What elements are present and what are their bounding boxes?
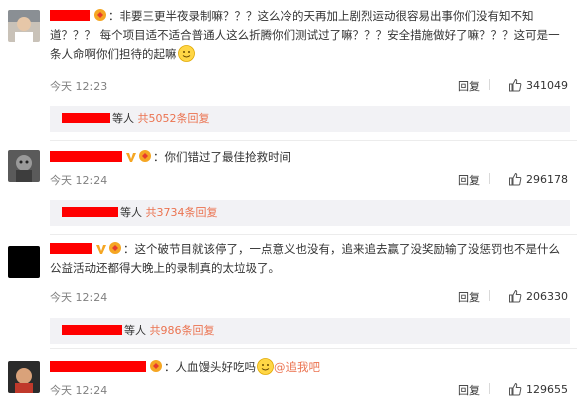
comment-text: ：人血馒头好吃吗 bbox=[164, 360, 256, 374]
smile-emoji bbox=[177, 45, 195, 62]
like-button[interactable]: 129655 bbox=[508, 382, 568, 396]
comment-body: ：你们错过了最佳抢救时间 bbox=[50, 148, 570, 167]
replier-redacted bbox=[62, 325, 122, 335]
replier-redacted bbox=[62, 207, 118, 217]
comment-meta: 今天 12:24 回复 129655 bbox=[50, 382, 570, 398]
verified-v-icon bbox=[125, 151, 137, 163]
like-button[interactable]: 206330 bbox=[508, 289, 568, 303]
replier-redacted bbox=[62, 113, 110, 123]
username-redacted[interactable] bbox=[50, 243, 92, 254]
reply-button[interactable]: 回复 bbox=[458, 172, 480, 188]
comment-meta: 今天 12:24 回复 296178 bbox=[50, 172, 570, 188]
divider bbox=[50, 348, 577, 349]
reply-button[interactable]: 回复 bbox=[458, 382, 480, 398]
like-count: 296178 bbox=[526, 172, 568, 186]
like-count: 206330 bbox=[526, 289, 568, 303]
reply-summary-who: 等人 bbox=[120, 206, 142, 219]
like-button[interactable]: 296178 bbox=[508, 172, 568, 186]
comment-meta: 今天 12:24 回复 206330 bbox=[50, 289, 570, 305]
weibo-level-icon bbox=[138, 149, 152, 163]
divider bbox=[489, 383, 490, 394]
reply-summary[interactable]: 等人 共5052条回复 bbox=[50, 106, 570, 132]
timestamp: 今天 12:23 bbox=[50, 80, 108, 93]
comment-body: ：非要三更半夜录制嘛？？？这么冷的天再加上剧烈运动很容易出事你们没有知不知道？？… bbox=[50, 7, 570, 64]
user-mention-link[interactable]: @追我吧 bbox=[274, 360, 320, 374]
like-count: 129655 bbox=[526, 382, 568, 396]
comment-item: ：非要三更半夜录制嘛？？？这么冷的天再加上剧烈运动很容易出事你们没有知不知道？？… bbox=[0, 0, 577, 140]
divider bbox=[489, 79, 490, 90]
comment-text: ：这个破节目就该停了，一点意义也没有，追来追去赢了没奖励输了没惩罚也不是什么公益… bbox=[50, 242, 560, 275]
username-redacted[interactable] bbox=[50, 10, 90, 21]
username-redacted[interactable] bbox=[50, 361, 146, 372]
thumbs-up-icon bbox=[509, 382, 522, 396]
more-replies-link[interactable]: 共3734条回复 bbox=[146, 206, 218, 219]
timestamp: 今天 12:24 bbox=[50, 174, 108, 187]
comment-meta: 今天 12:23 回复 341049 bbox=[50, 78, 570, 94]
like-count: 341049 bbox=[526, 78, 568, 92]
comment-body: ：这个破节目就该停了，一点意义也没有，追来追去赢了没奖励输了没惩罚也不是什么公益… bbox=[50, 240, 570, 278]
reply-summary-who: 等人 bbox=[112, 112, 134, 125]
thumbs-up-icon bbox=[509, 172, 522, 186]
smile-emoji bbox=[257, 358, 274, 375]
divider bbox=[489, 290, 490, 301]
reply-button[interactable]: 回复 bbox=[458, 78, 480, 94]
weibo-level-icon bbox=[93, 8, 107, 22]
avatar[interactable] bbox=[8, 150, 40, 182]
timestamp: 今天 12:24 bbox=[50, 291, 108, 304]
reply-summary[interactable]: 等人 共986条回复 bbox=[50, 318, 570, 344]
verified-v-icon bbox=[95, 243, 107, 255]
comment-text: ：非要三更半夜录制嘛？？？这么冷的天再加上剧烈运动很容易出事你们没有知不知道？？… bbox=[50, 9, 560, 61]
weibo-level-icon bbox=[108, 241, 122, 255]
thumbs-up-icon bbox=[509, 289, 522, 303]
avatar[interactable] bbox=[8, 10, 40, 42]
thumbs-up-icon bbox=[509, 78, 522, 92]
timestamp: 今天 12:24 bbox=[50, 384, 108, 397]
divider bbox=[50, 234, 577, 235]
divider bbox=[489, 173, 490, 184]
comment-body: ：人血馒头好吃吗 @追我吧 bbox=[50, 358, 570, 377]
reply-button[interactable]: 回复 bbox=[458, 289, 480, 305]
like-button[interactable]: 341049 bbox=[508, 78, 568, 92]
username-redacted[interactable] bbox=[50, 151, 122, 162]
more-replies-link[interactable]: 共5052条回复 bbox=[138, 112, 210, 125]
more-replies-link[interactable]: 共986条回复 bbox=[150, 324, 215, 337]
comment-text: ：你们错过了最佳抢救时间 bbox=[153, 150, 291, 164]
avatar[interactable] bbox=[8, 246, 40, 278]
weibo-level-icon bbox=[149, 359, 163, 373]
reply-summary[interactable]: 等人 共3734条回复 bbox=[50, 200, 570, 226]
avatar[interactable] bbox=[8, 361, 40, 393]
reply-summary-who: 等人 bbox=[124, 324, 146, 337]
divider bbox=[50, 140, 577, 141]
